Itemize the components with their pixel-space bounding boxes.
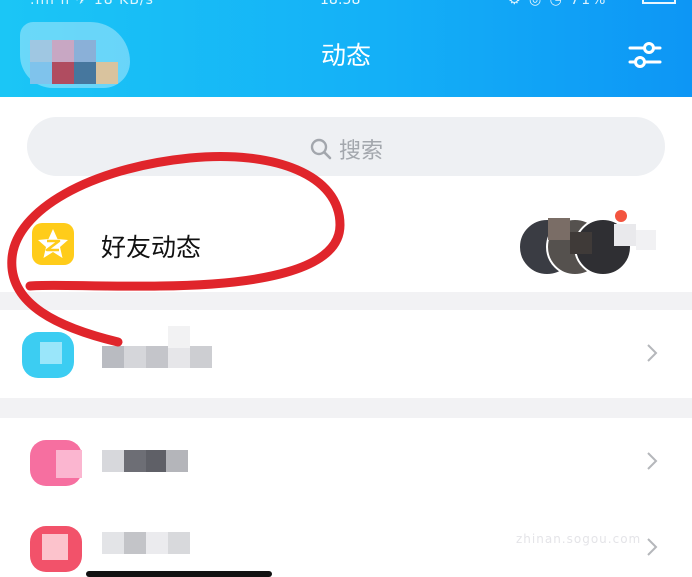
- network-status: .ılıl ıl ✈ 18 KB/s: [30, 0, 154, 8]
- blurred-title: [102, 326, 226, 370]
- search-placeholder: 搜索: [338, 139, 383, 164]
- chevron-right-icon: [647, 452, 658, 470]
- watermark-name: 搜狗指南: [560, 498, 669, 528]
- chevron-right-icon: [647, 344, 658, 362]
- app-screen: .ılıl ıl ✈ 18 KB/s 18:58 ⚙ ◎ ◷ 71% 动态 搜索…: [0, 0, 692, 577]
- search-bar[interactable]: 搜索: [27, 117, 665, 176]
- header-bar: .ılıl ıl ✈ 18 KB/s 18:58 ⚙ ◎ ◷ 71% 动态: [0, 0, 692, 97]
- blurred-title: [102, 532, 190, 556]
- friend-feed-label[interactable]: 好友动态: [101, 228, 201, 264]
- battery-icon: [642, 0, 676, 4]
- search-icon: [310, 138, 332, 160]
- friend-avatars: [518, 206, 658, 276]
- blurred-title: [102, 450, 188, 474]
- status-time: 18:58: [320, 0, 361, 8]
- status-icons: ⚙ ◎ ◷ 71%: [508, 0, 608, 8]
- new-badge-dot: [615, 210, 627, 222]
- filter-settings-icon[interactable]: [628, 38, 662, 72]
- home-indicator: [86, 571, 272, 577]
- status-bar: .ılıl ıl ✈ 18 KB/s 18:58 ⚙ ◎ ◷ 71%: [0, 0, 692, 14]
- sogou-logo: S: [516, 490, 556, 530]
- qzone-star-icon: [32, 223, 74, 265]
- sogou-watermark: S 搜狗指南 zhinan.sogou.com: [516, 490, 676, 550]
- page-title: 动态: [320, 41, 371, 70]
- watermark-url: zhinan.sogou.com: [516, 532, 642, 546]
